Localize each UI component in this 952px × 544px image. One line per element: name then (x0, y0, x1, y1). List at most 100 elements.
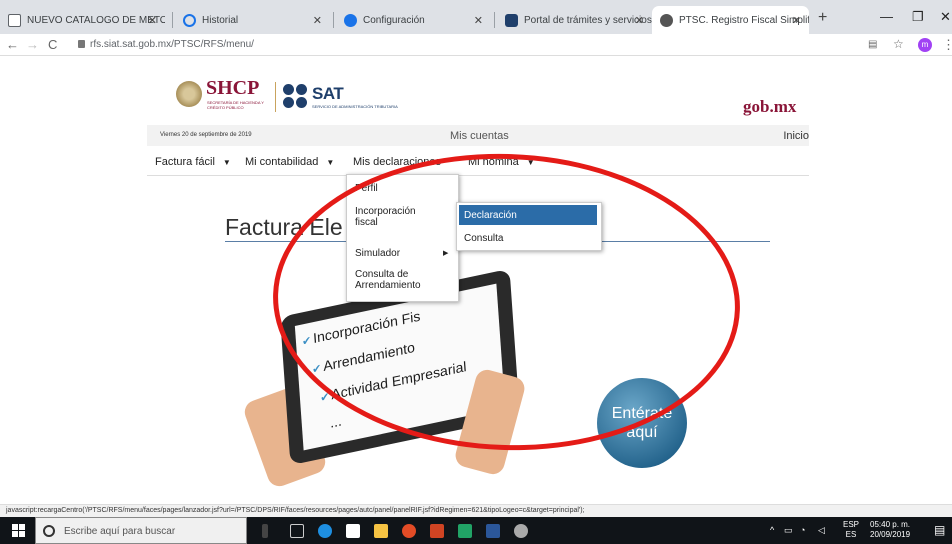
incorporacion-submenu: Declaración Consulta (456, 202, 602, 251)
menu-factura-facil[interactable]: Factura fácil ▼ (155, 156, 231, 168)
clock-time: 05:40 p. m. (870, 520, 911, 529)
task-view-icon[interactable] (290, 524, 304, 538)
home-link[interactable]: Inicio (783, 130, 809, 142)
new-tab-button[interactable]: + (818, 9, 827, 27)
history-icon (183, 13, 196, 27)
word-icon[interactable] (486, 524, 500, 538)
section-title: Mis cuentas (450, 130, 509, 142)
submenu-item-consulta[interactable]: Consulta (459, 228, 597, 248)
date-bar: Viernes 20 de septiembre de 2019 Mis cue… (147, 125, 809, 146)
dropdown-item-incorporacion[interactable]: Incorporación fiscal (355, 206, 435, 228)
caret-down-icon: ▼ (326, 158, 335, 167)
tab-separator (494, 12, 495, 28)
cortana-icon (43, 525, 55, 537)
edge-icon[interactable] (318, 524, 332, 538)
notifications-icon[interactable]: ▤ (934, 523, 945, 537)
tray-chevron-icon[interactable]: ^ (770, 525, 774, 535)
close-icon[interactable]: ✕ (148, 14, 157, 27)
main-menu: Factura fácil ▼ Mi contabilidad ▼ Mis decl… (147, 148, 809, 176)
taskbar-clock[interactable]: 05:40 p. m. 20/09/2019 (870, 520, 910, 540)
browser-tab-strip: NUEVO CATALOGO DE METODO ✕ Historial ✕ C… (0, 0, 952, 34)
caret-down-icon: ▼ (222, 158, 231, 167)
declaraciones-dropdown: Perfil Incorporación fiscal Simulador ▶ … (346, 174, 459, 302)
tab-historial[interactable]: Historial ✕ (175, 6, 330, 34)
document-icon (8, 13, 21, 27)
page-content: SHCP SECRETARÍA DE HACIENDA Y CRÉDITO PÚ… (0, 57, 952, 504)
close-icon[interactable]: ✕ (313, 14, 322, 27)
translate-icon[interactable]: ▤ (868, 39, 877, 50)
microphone-icon[interactable] (262, 524, 268, 538)
close-icon[interactable]: ✕ (792, 14, 801, 27)
back-icon[interactable]: ← (6, 37, 19, 52)
lock-icon (78, 40, 85, 48)
sat-logo-mark (283, 84, 309, 110)
tablet-line: ... (329, 412, 343, 431)
volume-icon[interactable]: ◁ (818, 525, 825, 536)
store-icon[interactable] (346, 524, 360, 538)
dropdown-item-simulador[interactable]: Simulador (355, 248, 455, 259)
enterate-label: aquí (626, 424, 658, 441)
maximize-icon[interactable]: ❐ (912, 9, 924, 25)
sat-logo[interactable]: SAT (312, 84, 344, 104)
search-placeholder: Escribe aquí para buscar (64, 526, 176, 537)
reload-icon[interactable]: C (48, 37, 57, 52)
url-field[interactable]: rfs.siat.sat.gob.mx/PTSC/RFS/menu/ (90, 39, 254, 50)
chrome-icon[interactable] (402, 524, 416, 538)
sat-icon (505, 13, 518, 27)
taskbar-search[interactable]: Escribe aquí para buscar (35, 517, 247, 544)
forward-icon[interactable]: → (26, 37, 39, 52)
submenu-arrow-icon: ▶ (443, 250, 449, 257)
profile-avatar[interactable]: m (918, 38, 932, 52)
minimize-icon[interactable]: — (880, 9, 893, 24)
tab-title: Portal de trámites y servicios - (524, 14, 652, 26)
wifi-icon[interactable]: ◔ (800, 525, 805, 535)
page-heading: Factura Ele (225, 214, 343, 240)
excel-icon[interactable] (458, 524, 472, 538)
file-explorer-icon[interactable] (374, 524, 388, 538)
tablet-illustration: ✔Incorporación Fis ✔Arrendamiento ✔Activ… (241, 268, 528, 490)
logo-divider (275, 82, 276, 112)
close-icon[interactable]: ✕ (635, 14, 644, 27)
menu-mi-contabilidad[interactable]: Mi contabilidad ▼ (245, 156, 334, 168)
current-date: Viernes 20 de septiembre de 2019 (160, 132, 252, 138)
tab-configuracion[interactable]: Configuración ✕ (336, 6, 491, 34)
gobmx-logo[interactable]: gob.mx (743, 97, 796, 117)
tab-portal[interactable]: Portal de trámites y servicios - ✕ (497, 6, 652, 34)
sat-subtitle: SERVICIO DE ADMINISTRACIÓN TRIBUTARIA (312, 104, 398, 109)
powerpoint-icon[interactable] (430, 524, 444, 538)
menu-mis-declaraciones[interactable]: Mis declaraciones (353, 156, 441, 168)
taskbar: Escribe aquí para buscar ^ ▭ ◔ ◁ ESP ES … (0, 517, 952, 544)
clock-date: 20/09/2019 (870, 530, 911, 539)
tab-ptsc[interactable]: PTSC. Registro Fiscal Simplifica ✕ (652, 6, 809, 34)
windows-start-icon[interactable] (12, 524, 26, 538)
shcp-subtitle: SECRETARÍA DE HACIENDA Y CRÉDITO PÚBLICO (207, 100, 264, 110)
bookmark-star-icon[interactable]: ☆ (893, 37, 904, 51)
tab-title: PTSC. Registro Fiscal Simplifica (679, 14, 809, 26)
tablet-line: ✔Arrendamiento (311, 338, 416, 377)
network-icon[interactable]: ▭ (784, 525, 793, 536)
tab-separator (172, 12, 173, 28)
app-icon[interactable] (514, 524, 528, 538)
enterate-label: Entérate (611, 405, 673, 422)
dropdown-item-perfil[interactable]: Perfil (355, 183, 455, 194)
enterate-button[interactable]: Entérate aquí (597, 378, 687, 468)
tab-separator (333, 12, 334, 28)
address-bar: ← → C rfs.siat.sat.gob.mx/PTSC/RFS/menu/… (0, 34, 952, 56)
tab-title: Historial (202, 14, 239, 26)
caret-down-icon: ▼ (526, 158, 535, 167)
close-window-icon[interactable]: ✕ (940, 9, 951, 25)
language-indicator[interactable]: ESP ES (843, 520, 859, 540)
status-url: javascript:recargaCentro('/PTSC/RFS/menu… (0, 504, 952, 517)
tab-catalogo[interactable]: NUEVO CATALOGO DE METODO ✕ (0, 6, 165, 34)
submenu-item-declaracion[interactable]: Declaración (459, 205, 597, 225)
shcp-seal-logo (176, 81, 202, 107)
shcp-logo[interactable]: SHCP (206, 77, 259, 100)
globe-icon (660, 13, 673, 27)
gear-icon (344, 13, 357, 27)
menu-kebab-icon[interactable]: ⋮ (942, 37, 952, 53)
close-icon[interactable]: ✕ (474, 14, 483, 27)
tab-title: NUEVO CATALOGO DE METODO (27, 14, 165, 26)
menu-mi-nomina[interactable]: Mi nómina ▼ (468, 156, 535, 168)
tab-title: Configuración (363, 14, 425, 26)
dropdown-item-arrendamiento[interactable]: Consulta de Arrendamiento (355, 269, 455, 291)
